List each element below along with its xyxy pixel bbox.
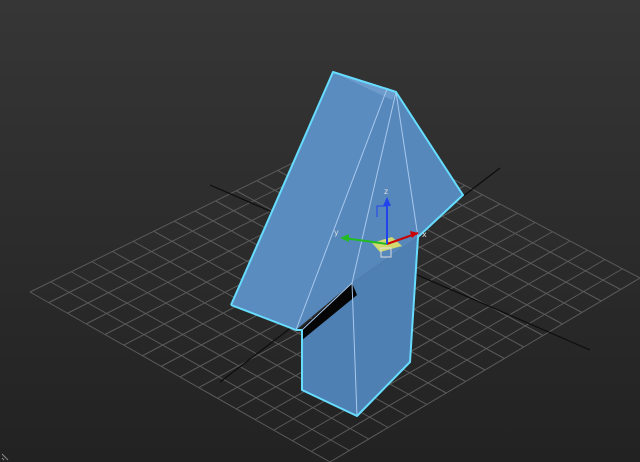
x-axis-label: x bbox=[422, 230, 427, 239]
z-axis-label: z bbox=[384, 187, 388, 196]
y-axis-label: y bbox=[334, 228, 339, 237]
perspective-viewport[interactable]: x y z bbox=[0, 0, 640, 462]
